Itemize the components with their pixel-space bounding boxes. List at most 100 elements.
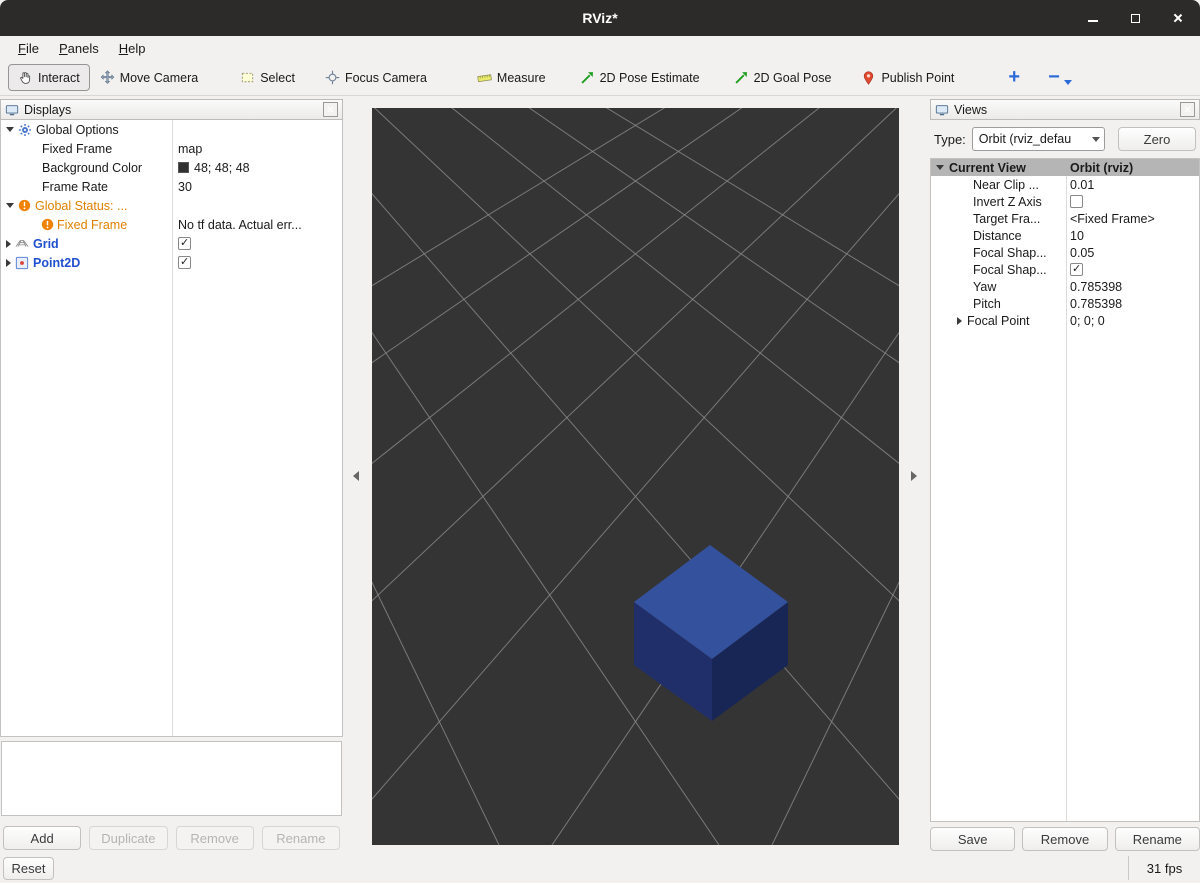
property-name: Distance (973, 229, 1022, 243)
property-value (1066, 195, 1199, 208)
reset-button[interactable]: Reset (3, 857, 54, 880)
menu-help[interactable]: Help (109, 39, 156, 58)
property-value: No tf data. Actual err... (172, 218, 342, 232)
property-name: Yaw (973, 280, 996, 294)
invert-z-checkbox[interactable] (1070, 195, 1083, 208)
property-value[interactable]: 30 (172, 180, 342, 194)
enabled-checkbox[interactable] (178, 256, 191, 269)
close-button[interactable] (1170, 11, 1184, 25)
view-row-distance[interactable]: Distance 10 (931, 227, 1199, 244)
property-value[interactable]: 0.785398 (1066, 280, 1199, 294)
map-pin-icon (861, 70, 876, 85)
display-row-fixed-frame-status[interactable]: Fixed Frame No tf data. Actual err... (1, 215, 342, 234)
remove-view-button[interactable]: Remove (1022, 827, 1107, 851)
tool-label: Publish Point (881, 71, 954, 85)
view-type-dropdown[interactable]: Orbit (rviz_defau (972, 127, 1105, 151)
property-value[interactable]: map (172, 142, 342, 156)
property-value (172, 256, 342, 269)
save-button[interactable]: Save (930, 827, 1015, 851)
enabled-checkbox[interactable] (178, 237, 191, 250)
expand-arrow-icon[interactable] (936, 165, 944, 170)
point2d-icon (15, 256, 29, 270)
property-name: Background Color (42, 161, 142, 175)
rename-button[interactable]: Rename (262, 826, 340, 850)
rename-view-button[interactable]: Rename (1115, 827, 1200, 851)
property-name: Pitch (973, 297, 1001, 311)
property-name: Invert Z Axis (973, 195, 1042, 209)
render-viewport[interactable] (372, 108, 899, 845)
property-value[interactable]: 0.05 (1066, 246, 1199, 260)
minimize-button[interactable] (1086, 11, 1100, 25)
tool-interact[interactable]: Interact (8, 64, 90, 91)
view-row-target-frame[interactable]: Target Fra... <Fixed Frame> (931, 210, 1199, 227)
view-row-pitch[interactable]: Pitch 0.785398 (931, 295, 1199, 312)
display-description-box (1, 741, 342, 816)
menu-panels[interactable]: Panels (49, 39, 109, 58)
collapse-views-handle[interactable] (908, 466, 920, 486)
tool-measure[interactable]: Measure (467, 64, 556, 91)
views-tree: Current View Orbit (rviz) Near Clip ... … (930, 158, 1200, 822)
maximize-button[interactable] (1128, 11, 1142, 25)
menu-file[interactable]: File (8, 39, 49, 58)
add-tool-button[interactable]: + (994, 66, 1034, 89)
duplicate-button[interactable]: Duplicate (89, 826, 167, 850)
collapsed-arrow-icon[interactable] (6, 259, 11, 267)
tool-2d-pose-estimate[interactable]: 2D Pose Estimate (570, 64, 710, 91)
tool-focus-camera[interactable]: Focus Camera (315, 64, 437, 91)
views-close-button[interactable] (1180, 102, 1195, 117)
view-row-invert-z-axis[interactable]: Invert Z Axis (931, 193, 1199, 210)
views-panel-title: Views (954, 103, 987, 117)
property-value[interactable]: 0.01 (1066, 178, 1199, 192)
property-value[interactable]: 48; 48; 48 (172, 161, 342, 175)
display-row-frame-rate[interactable]: Frame Rate 30 (1, 177, 342, 196)
view-row-current-view[interactable]: Current View Orbit (rviz) (931, 159, 1199, 176)
property-name: Current View (949, 161, 1026, 175)
collapsed-arrow-icon[interactable] (6, 240, 11, 248)
selection-box-icon (240, 70, 255, 85)
property-name: Point2D (33, 256, 80, 270)
close-icon (327, 106, 334, 113)
tool-publish-point[interactable]: Publish Point (851, 64, 964, 91)
remove-button[interactable]: Remove (176, 826, 254, 850)
tool-move-camera[interactable]: Move Camera (90, 64, 209, 91)
displays-close-button[interactable] (323, 102, 338, 117)
property-name: Fixed Frame (42, 142, 112, 156)
remove-tool-label: − (1048, 66, 1060, 89)
collapse-displays-handle[interactable] (350, 466, 362, 486)
property-name: Grid (33, 237, 59, 251)
collapsed-arrow-icon[interactable] (957, 317, 962, 325)
view-row-focal-shape-fixed[interactable]: Focal Shap... (931, 261, 1199, 278)
tool-select[interactable]: Select (230, 64, 305, 91)
grid-icon (15, 237, 29, 251)
display-row-fixed-frame[interactable]: Fixed Frame map (1, 139, 342, 158)
display-row-grid[interactable]: Grid (1, 234, 342, 253)
expand-arrow-icon[interactable] (6, 127, 14, 132)
tool-label: 2D Goal Pose (754, 71, 832, 85)
tool-2d-goal-pose[interactable]: 2D Goal Pose (724, 64, 842, 91)
move-arrows-icon (100, 70, 115, 85)
view-row-focal-shape-size[interactable]: Focal Shap... 0.05 (931, 244, 1199, 261)
property-value[interactable]: 10 (1066, 229, 1199, 243)
remove-tool-button[interactable]: − (1034, 66, 1076, 89)
property-name: Target Fra... (973, 212, 1040, 226)
zero-button[interactable]: Zero (1118, 127, 1196, 151)
viewport-canvas[interactable] (372, 108, 899, 845)
displays-panel-header[interactable]: Displays (0, 99, 343, 120)
add-button[interactable]: Add (3, 826, 81, 850)
views-panel-header[interactable]: Views (930, 99, 1200, 120)
property-value[interactable]: <Fixed Frame> (1066, 212, 1199, 226)
display-row-background-color[interactable]: Background Color 48; 48; 48 (1, 158, 342, 177)
titlebar[interactable]: RViz* (0, 0, 1200, 36)
property-value[interactable]: 0.785398 (1066, 297, 1199, 311)
fps-indicator: 31 fps (1128, 856, 1200, 880)
display-row-point2d[interactable]: Point2D (1, 253, 342, 272)
window-title: RViz* (582, 10, 617, 26)
display-row-global-options[interactable]: Global Options (1, 120, 342, 139)
display-row-global-status[interactable]: Global Status: ... (1, 196, 342, 215)
property-value[interactable]: 0; 0; 0 (1066, 314, 1199, 328)
expand-arrow-icon[interactable] (6, 203, 14, 208)
view-row-near-clip[interactable]: Near Clip ... 0.01 (931, 176, 1199, 193)
focal-shape-checkbox[interactable] (1070, 263, 1083, 276)
view-row-yaw[interactable]: Yaw 0.785398 (931, 278, 1199, 295)
view-row-focal-point[interactable]: Focal Point 0; 0; 0 (931, 312, 1199, 329)
